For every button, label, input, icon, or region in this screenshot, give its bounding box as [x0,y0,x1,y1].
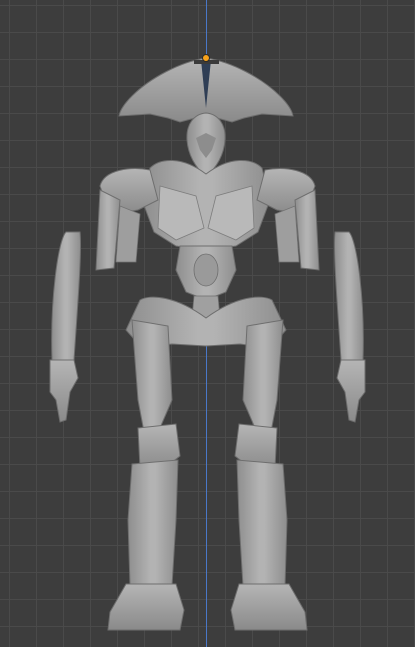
foot-left [107,583,185,631]
3d-viewport[interactable] [0,0,415,647]
shin-left [127,459,179,587]
shin-right [236,459,288,587]
hand-left [49,359,79,423]
forearm-left [51,231,82,361]
hand-right [336,359,366,423]
foot-right [230,583,308,631]
origin-pivot-icon[interactable] [202,54,210,62]
thigh-left [131,319,173,433]
robot-mesh-icon[interactable] [0,0,415,647]
thigh-right [242,319,284,433]
forearm-right [333,231,364,361]
